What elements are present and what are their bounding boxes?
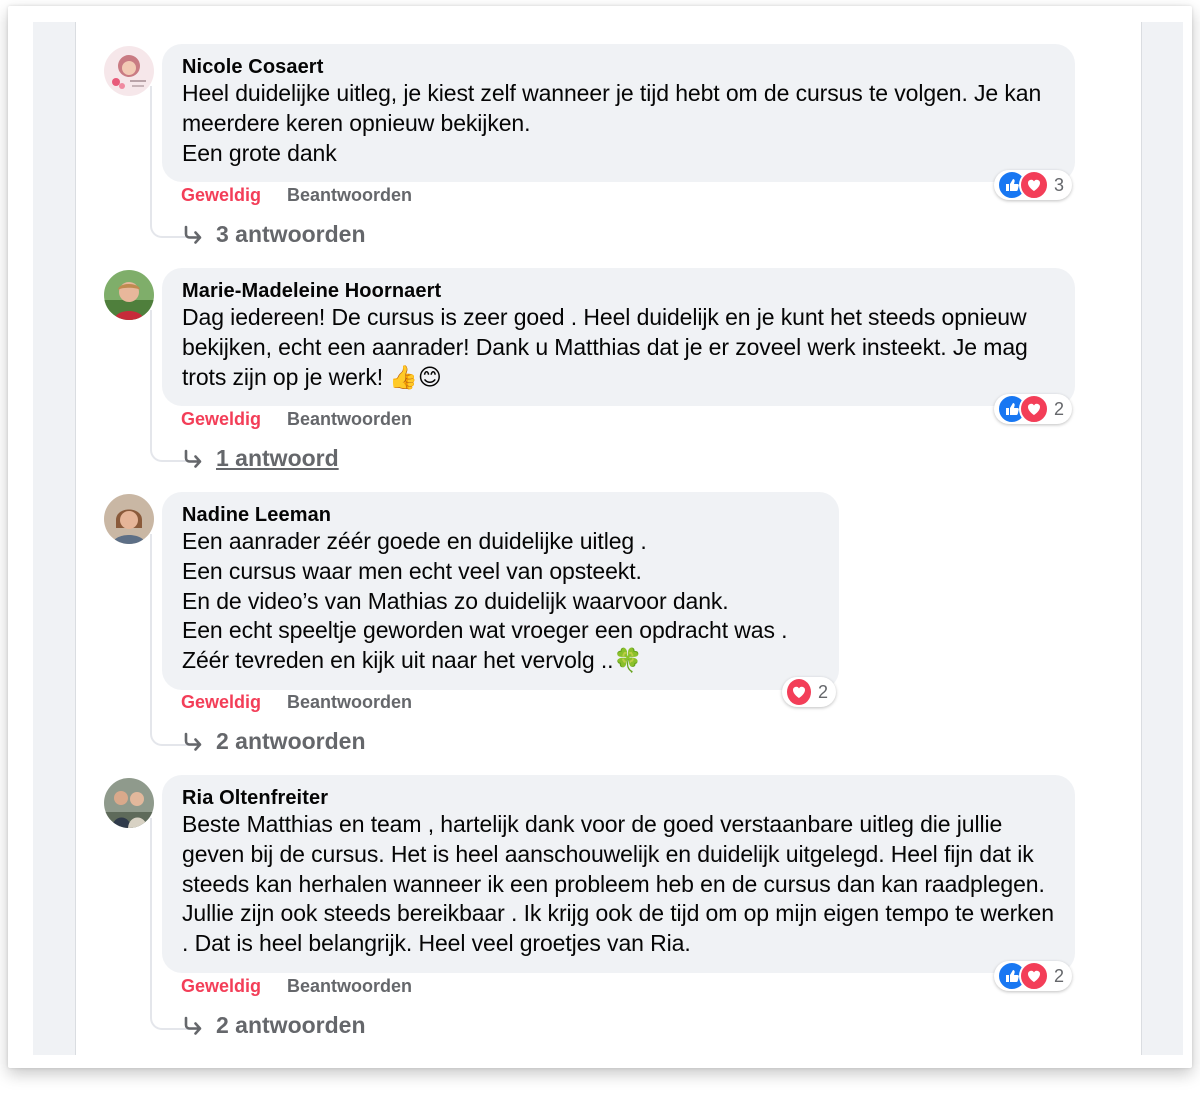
- reply-arrow-icon: [184, 449, 202, 468]
- reply-button[interactable]: Beantwoorden: [287, 976, 412, 997]
- comment-text: Een aanrader zéér goede en duidelijke ui…: [182, 528, 788, 674]
- comment-bubble: Nicole Cosaert Heel duidelijke uitleg, j…: [162, 44, 1075, 182]
- view-replies-link[interactable]: 2 antwoorden: [182, 1012, 366, 1039]
- love-icon: [785, 677, 813, 707]
- reaction-count: 3: [1054, 174, 1065, 195]
- replies-count[interactable]: 2 antwoorden: [216, 728, 366, 755]
- view-replies-link[interactable]: 2 antwoorden: [182, 728, 366, 755]
- replies-count[interactable]: 3 antwoorden: [216, 221, 366, 248]
- comment-actions: Geweldig Beantwoorden: [181, 185, 412, 206]
- comment-bubble: Nadine Leeman Een aanrader zéér goede en…: [162, 492, 839, 690]
- reply-button[interactable]: Beantwoorden: [287, 409, 412, 430]
- screenshot-frame: Nicole Cosaert Heel duidelijke uitleg, j…: [8, 6, 1192, 1068]
- reaction-summary[interactable]: 2: [994, 394, 1072, 424]
- like-button[interactable]: Geweldig: [181, 976, 261, 997]
- avatar[interactable]: [104, 778, 154, 828]
- reply-button[interactable]: Beantwoorden: [287, 185, 412, 206]
- like-button[interactable]: Geweldig: [181, 409, 261, 430]
- comment-author[interactable]: Ria Oltenfreiter: [182, 786, 1055, 810]
- reply-arrow-icon: [184, 1016, 202, 1035]
- replies-count[interactable]: 1 antwoord: [216, 445, 339, 472]
- comment-text: Beste Matthias en team , hartelijk dank …: [182, 811, 1054, 957]
- like-button[interactable]: Geweldig: [181, 185, 261, 206]
- comment-author[interactable]: Nadine Leeman: [182, 503, 819, 527]
- love-icon: [1019, 961, 1049, 991]
- love-icon: [1019, 394, 1049, 424]
- comments-panel: Nicole Cosaert Heel duidelijke uitleg, j…: [75, 22, 1142, 1055]
- view-replies-link[interactable]: 3 antwoorden: [182, 221, 366, 248]
- comment-actions: Geweldig Beantwoorden: [181, 409, 412, 430]
- comment-text: Heel duidelijke uitleg, je kiest zelf wa…: [182, 80, 1042, 166]
- comment-actions: Geweldig Beantwoorden: [181, 976, 412, 997]
- reaction-summary[interactable]: 2: [994, 961, 1072, 991]
- reaction-count: 2: [817, 681, 828, 702]
- comment-author[interactable]: Nicole Cosaert: [182, 55, 1055, 79]
- comment-actions: Geweldig Beantwoorden: [181, 692, 412, 713]
- reply-arrow-icon: [184, 732, 202, 751]
- love-icon: [1019, 170, 1049, 200]
- like-button[interactable]: Geweldig: [181, 692, 261, 713]
- comment-bubble: Ria Oltenfreiter Beste Matthias en team …: [162, 775, 1075, 973]
- avatar[interactable]: [104, 494, 154, 544]
- comment-bubble: Marie-Madeleine Hoornaert Dag iedereen! …: [162, 268, 1075, 406]
- reply-button[interactable]: Beantwoorden: [287, 692, 412, 713]
- comment-author[interactable]: Marie-Madeleine Hoornaert: [182, 279, 1055, 303]
- reply-arrow-icon: [184, 225, 202, 244]
- avatar[interactable]: [104, 270, 154, 320]
- reaction-summary[interactable]: 2: [782, 677, 836, 707]
- reaction-count: 2: [1054, 965, 1065, 986]
- view-replies-link[interactable]: 1 antwoord: [182, 445, 339, 472]
- reaction-count: 2: [1054, 398, 1065, 419]
- avatar[interactable]: [104, 46, 154, 96]
- comment-text: Dag iedereen! De cursus is zeer goed . H…: [182, 304, 1028, 390]
- reaction-summary[interactable]: 3: [994, 170, 1072, 200]
- comments-screen: Nicole Cosaert Heel duidelijke uitleg, j…: [33, 22, 1183, 1055]
- replies-count[interactable]: 2 antwoorden: [216, 1012, 366, 1039]
